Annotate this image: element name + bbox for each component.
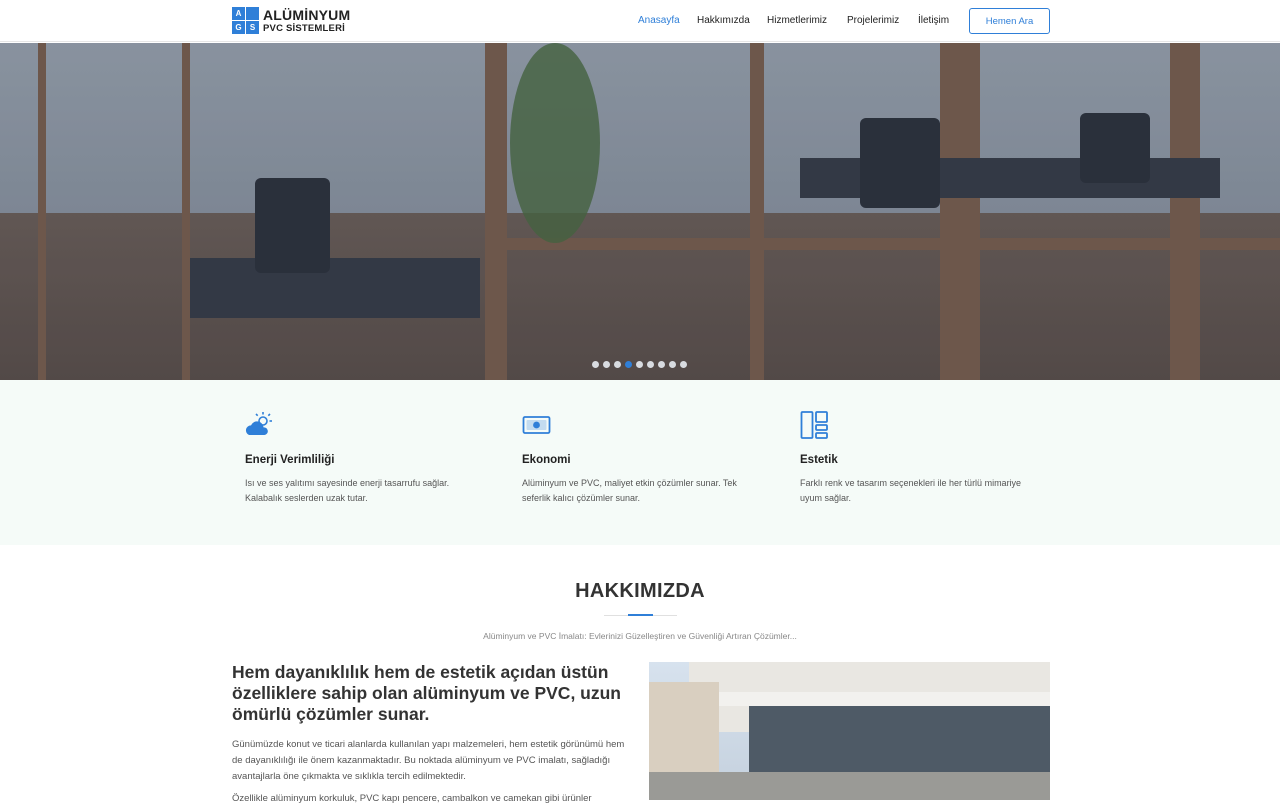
nav-item-hizmetlerimiz[interactable]: Hizmetlerimiz xyxy=(767,15,827,26)
about-heading: Hem dayanıklılık hem de estetik açıdan ü… xyxy=(232,662,621,724)
logo-mark: A G S xyxy=(232,7,260,35)
layout-icon xyxy=(800,411,828,439)
slider-dot[interactable] xyxy=(658,361,665,368)
logo-cell: G xyxy=(232,21,245,34)
about-image xyxy=(649,662,1050,800)
feature-energy: Enerji Verimliliği Isı ve ses yalıtımı s… xyxy=(245,410,485,506)
title-underline xyxy=(628,614,653,616)
title-divider xyxy=(604,615,628,616)
storefront-glass xyxy=(749,702,1050,777)
hero-slider[interactable] xyxy=(0,43,1280,380)
features-section: Enerji Verimliliği Isı ve ses yalıtımı s… xyxy=(0,380,1280,545)
feature-economy: Ekonomi Alüminyum ve PVC, maliyet etkin … xyxy=(522,410,762,506)
feature-text: Farklı renk ve tasarım seçenekleri ile h… xyxy=(800,478,1022,503)
money-icon xyxy=(522,416,551,434)
logo-line1: ALÜMİNYUM xyxy=(263,7,351,24)
sun-cloud-icon xyxy=(245,412,272,435)
logo[interactable]: A G S ALÜMİNYUM PVC SİSTEMLERİ xyxy=(232,6,350,36)
slider-dot[interactable] xyxy=(680,361,687,368)
nav-item-iletisim[interactable]: İletişim xyxy=(918,15,949,26)
slider-dot[interactable] xyxy=(647,361,654,368)
feature-text: Isı ve ses yalıtımı sayesinde enerji tas… xyxy=(245,478,450,503)
slider-dot[interactable] xyxy=(636,361,643,368)
about-paragraph: Günümüzde konut ve ticari alanlarda kull… xyxy=(232,739,625,782)
slider-dot[interactable] xyxy=(669,361,676,368)
feature-aesthetic: Estetik Farklı renk ve tasarım seçenekle… xyxy=(800,410,1040,506)
about-subtitle: Alüminyum ve PVC İmalatı: Evlerinizi Güz… xyxy=(483,631,797,641)
about-title: HAKKIMIZDA xyxy=(575,580,705,602)
logo-text: ALÜMİNYUM PVC SİSTEMLERİ xyxy=(263,8,350,34)
nav-item-hakkimizda[interactable]: Hakkımızda xyxy=(697,15,750,26)
hero-overlay xyxy=(0,43,1280,380)
call-now-button[interactable]: Hemen Ara xyxy=(969,8,1050,34)
awning xyxy=(719,692,1050,706)
slider-dot[interactable] xyxy=(614,361,621,368)
nav-item-anasayfa[interactable]: Anasayfa xyxy=(638,15,680,26)
feature-title: Estetik xyxy=(800,454,838,466)
feature-title: Enerji Verimliliği xyxy=(245,454,335,466)
site-header: A G S ALÜMİNYUM PVC SİSTEMLERİ Anasayfa … xyxy=(0,0,1280,42)
feature-title: Ekonomi xyxy=(522,454,571,466)
slider-dot-active[interactable] xyxy=(625,361,632,368)
logo-cell: A xyxy=(232,7,245,20)
about-paragraph: Özellikle alüminyum korkuluk, PVC kapı p… xyxy=(232,793,592,804)
logo-cell xyxy=(246,7,259,20)
slider-pagination xyxy=(592,361,687,368)
title-divider xyxy=(653,615,677,616)
sidewalk xyxy=(649,772,1050,800)
slider-dot[interactable] xyxy=(592,361,599,368)
slider-dot[interactable] xyxy=(603,361,610,368)
logo-line2: PVC SİSTEMLERİ xyxy=(263,23,345,35)
logo-cell: S xyxy=(246,21,259,34)
feature-text: Alüminyum ve PVC, maliyet etkin çözümler… xyxy=(522,478,737,503)
building xyxy=(649,682,719,772)
nav-item-projelerimiz[interactable]: Projelerimiz xyxy=(847,15,899,26)
